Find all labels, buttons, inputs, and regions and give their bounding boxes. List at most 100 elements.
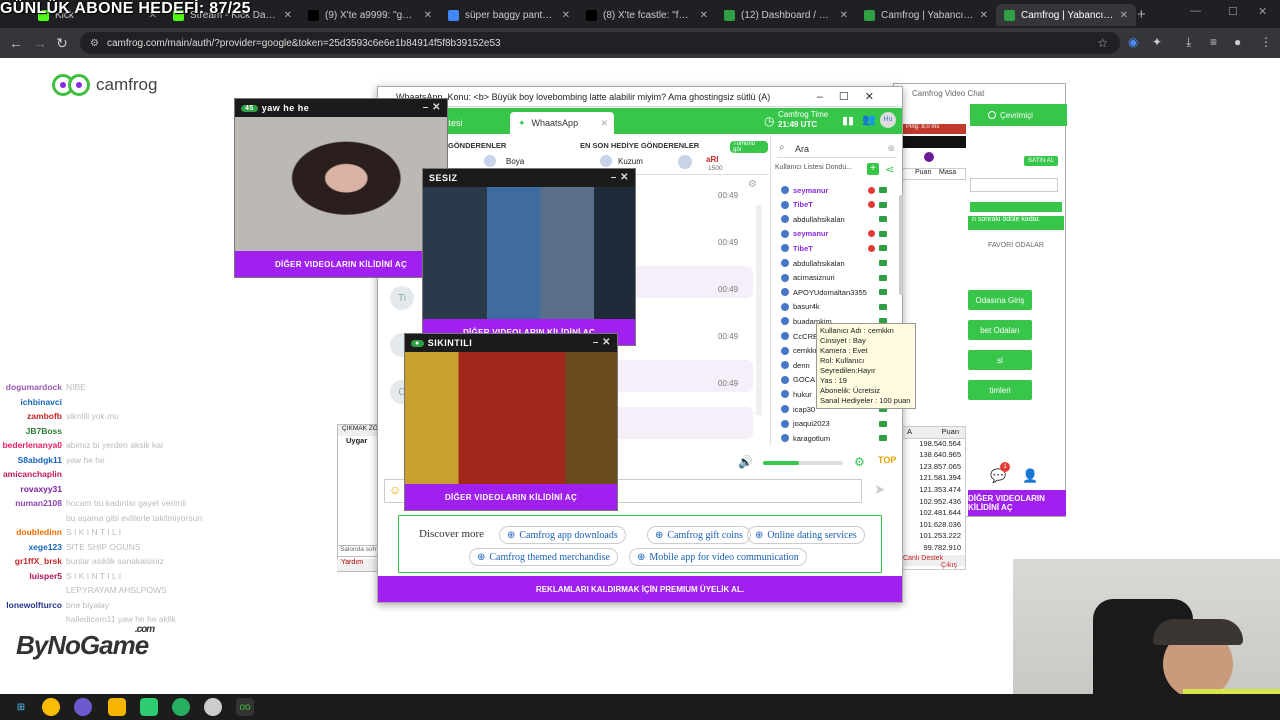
tab-close-icon[interactable]: ✕	[980, 10, 988, 21]
file-explorer-icon[interactable]	[108, 698, 126, 716]
clear-search-icon[interactable]: ⊗	[887, 143, 895, 154]
tab-close-icon[interactable]: ✕	[562, 10, 570, 21]
app2-icon[interactable]	[204, 698, 222, 716]
cf-select[interactable]	[970, 178, 1058, 192]
minimize-window-button[interactable]: —	[1190, 5, 1201, 17]
unlock-videos-button-3[interactable]: DİĞER VIDEOLARIN KİLİDİNİ AÇ	[405, 484, 617, 510]
tab-whaatsapp[interactable]: ✦ WhaatsApp ✕	[510, 112, 614, 134]
chat-scrollbar[interactable]	[756, 205, 762, 415]
tab-close-icon[interactable]: ✕	[1120, 10, 1128, 21]
user-list-item[interactable]: APOYUdomaltan3355	[775, 285, 889, 299]
tab-close-icon[interactable]: ✕	[284, 10, 292, 21]
recent-name-1[interactable]: Kuzum	[618, 157, 643, 166]
sender-name[interactable]: Boya	[506, 157, 524, 166]
add-friend-icon[interactable]: 👤	[1022, 468, 1038, 484]
back-arrow-icon[interactable]: ←	[4, 35, 28, 51]
extension-icon[interactable]: ◉	[1128, 35, 1138, 49]
cf-room-button[interactable]: timleri	[968, 380, 1032, 400]
top-badge-icon[interactable]: TOP	[878, 455, 896, 465]
obs-icon[interactable]	[74, 698, 92, 716]
user-list-scrollbar[interactable]	[899, 195, 903, 295]
download-icon[interactable]: ⤓	[1186, 35, 1191, 50]
user-avatar[interactable]: Hu	[880, 112, 896, 128]
favorite-rooms-tab[interactable]: FAVORİ ODALAR	[988, 242, 1044, 249]
puzzle-extensions-icon[interactable]: ✦	[1152, 35, 1162, 49]
forward-arrow-icon[interactable]: →	[28, 35, 52, 51]
user-list-item[interactable]: TibeT	[775, 198, 889, 212]
video-window-controls[interactable]: – ✕	[423, 102, 441, 113]
buy-button[interactable]: SATIN AL	[1024, 156, 1058, 166]
users-icon[interactable]: 👥	[862, 113, 876, 126]
windows-start-icon[interactable]: ⊞	[12, 698, 30, 716]
premium-banner[interactable]: REKLAMLARI KALDIRMAK İÇİN PREMIUM ÜYELİK…	[378, 576, 902, 602]
cf-unlock-videos-button[interactable]: DİĞER VIDEOLARIN KİLİDİNİ AÇ	[968, 490, 1066, 516]
unlock-videos-button-1[interactable]: DİĞER VIDEOLARIN KİLİDİNİ AÇ	[235, 251, 447, 277]
video-window-controls[interactable]: – ✕	[611, 172, 629, 183]
user-list-item[interactable]: basur4k	[775, 300, 889, 314]
browser-tab[interactable]: Camfrog | Yabancılarla Ko ✕	[996, 4, 1136, 26]
tab-close-icon[interactable]: ✕	[840, 10, 848, 21]
user-list-item[interactable]: TibeT	[775, 241, 889, 255]
close-window-button[interactable]: ✕	[1258, 5, 1267, 18]
user-list-item[interactable]: karagotlum	[775, 431, 889, 445]
xbox-icon[interactable]	[172, 698, 190, 716]
camfrog-logo[interactable]: camfrog	[52, 74, 157, 96]
chat-options-gear-icon[interactable]: ⚙	[854, 455, 865, 469]
cf-dropdown[interactable]	[902, 136, 966, 148]
emoji-icon[interactable]: ☺	[389, 483, 401, 497]
user-list-item[interactable]: seymanur	[775, 183, 889, 197]
site-info-icon[interactable]: ⚙	[90, 38, 99, 49]
video-window-woman[interactable]: 45 yaw he he – ✕ DİĞER VIDEOLARIN KİLİDİ…	[234, 98, 448, 278]
browser-tab[interactable]: (9) X'te a9999: "gencay b ✕	[300, 4, 440, 26]
old-chat-input[interactable]: Salonda soh	[337, 545, 378, 557]
reload-icon[interactable]: ↻	[50, 35, 74, 52]
user-list-item[interactable]: joaqui2023	[775, 417, 889, 431]
reading-list-icon[interactable]: ≡	[1210, 35, 1217, 49]
browser-tab[interactable]: süper baggy pantolon - G ✕	[440, 4, 578, 26]
user-list-item[interactable]: abdullahsikalan	[775, 256, 889, 270]
new-tab-button[interactable]: +	[1137, 6, 1146, 23]
video-window-controls[interactable]: – ✕	[593, 337, 611, 348]
tab-close-icon[interactable]: ✕	[600, 118, 608, 129]
user-search-input[interactable]: ⌕ Ara ⊗	[777, 140, 897, 158]
browser-tab[interactable]: (12) Dashboard / Streamla ✕	[716, 4, 856, 26]
user-list-item[interactable]: acimasiznuri	[775, 271, 889, 285]
user-list-item[interactable]: seymanur	[775, 227, 889, 241]
browser-tab[interactable]: (8) X'te fcastle: "fena yakış ✕	[578, 4, 716, 26]
cf-room-button[interactable]: Odasına Giriş	[968, 290, 1032, 310]
discover-link[interactable]: ⊕ Online dating services	[747, 526, 865, 544]
camfrog-taskbar-icon[interactable]: oo	[236, 698, 254, 716]
bookmark-star-icon[interactable]: ☆	[1097, 36, 1108, 50]
status-bar[interactable]: Çevrimiçi	[970, 104, 1067, 126]
room-window-controls[interactable]: –☐✕	[817, 90, 890, 103]
cf-room-button[interactable]: si	[968, 350, 1032, 370]
maximize-window-button[interactable]: ☐	[1228, 5, 1238, 18]
volume-slider[interactable]	[763, 461, 843, 465]
video-window-man[interactable]: ● SIKINTILI – ✕ DİĞER VIDEOLARIN KİLİDİN…	[404, 333, 618, 511]
exit-link[interactable]: Çıkış	[941, 562, 961, 569]
see-all-button[interactable]: Tümünü gör	[730, 141, 768, 153]
help-link[interactable]: Yardım	[337, 559, 378, 571]
browser-menu-icon[interactable]: ⋮	[1260, 35, 1272, 49]
profile-avatar[interactable]: ●	[1234, 35, 1241, 49]
discover-link[interactable]: ⊕ Mobile app for video communication	[629, 548, 807, 566]
chat-settings-icon[interactable]: ⚙	[748, 179, 757, 190]
chat-avatar[interactable]: Ti	[390, 286, 414, 310]
video-window-store[interactable]: SESIZ – ✕ DİĞER VIDEOLARIN KİLİDİNİ AÇ	[422, 168, 636, 346]
add-icon[interactable]: +	[867, 163, 879, 175]
speaker-icon[interactable]: 🔊	[738, 455, 753, 469]
user-list-item[interactable]: abdullahsikalan	[775, 212, 889, 226]
stats-icon[interactable]: ▮▮	[842, 114, 854, 127]
tab-close-icon[interactable]: ✕	[424, 10, 432, 21]
discover-link[interactable]: ⊕ Camfrog themed merchandise	[469, 548, 618, 566]
send-icon[interactable]: ➤	[874, 481, 886, 498]
chrome-icon[interactable]	[42, 698, 60, 716]
share-icon[interactable]: ⋖	[885, 163, 894, 176]
cf-room-button[interactable]: bet Odaları	[968, 320, 1032, 340]
live-support-link[interactable]: Canlı Destek	[903, 555, 943, 562]
discover-link[interactable]: ⊕ Camfrog app downloads	[499, 526, 626, 544]
recent-name-2[interactable]: aRI	[706, 155, 718, 164]
tab-close-icon[interactable]: ✕	[700, 10, 708, 21]
discover-link[interactable]: ⊕ Camfrog gift coins	[647, 526, 751, 544]
address-bar[interactable]: ⚙ camfrog.com/main/auth/?provider=google…	[80, 32, 1120, 54]
